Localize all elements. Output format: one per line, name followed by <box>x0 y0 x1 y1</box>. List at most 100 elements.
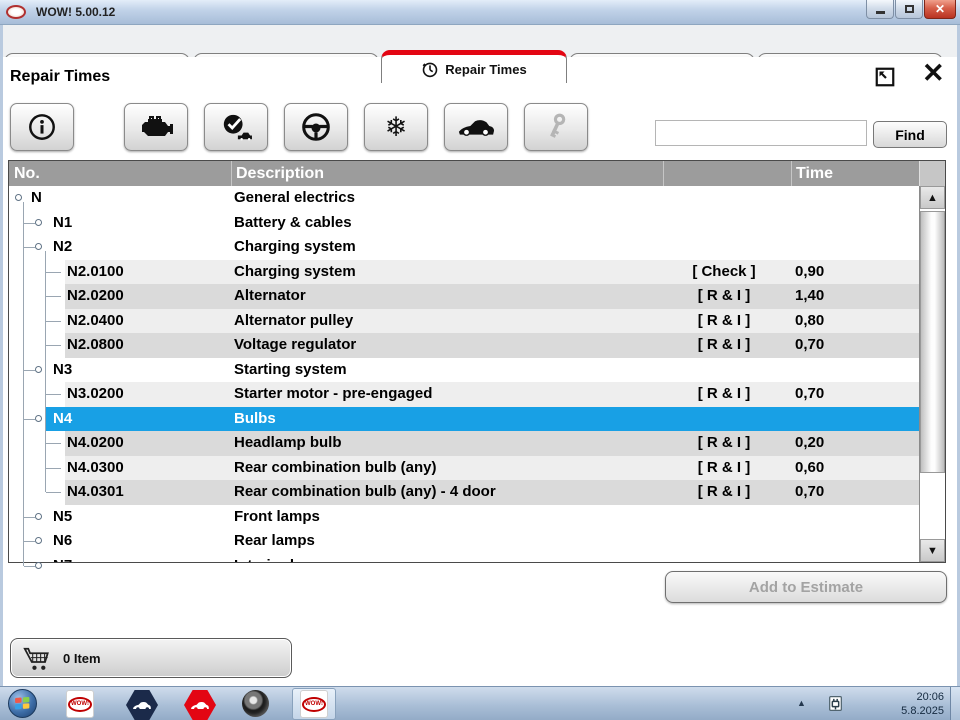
body-button[interactable] <box>444 103 508 151</box>
tree-expand-handle[interactable] <box>35 243 42 250</box>
table-row[interactable]: N1 Battery & cables <box>9 211 920 236</box>
tree-expand-handle[interactable] <box>35 513 42 520</box>
info-button[interactable] <box>10 103 74 151</box>
tray-clock[interactable]: 20:06 5.8.2025 <box>860 690 944 718</box>
tray-expand-icon[interactable]: ▲ <box>797 698 806 708</box>
clock-icon <box>421 60 439 78</box>
service-check-button[interactable] <box>204 103 268 151</box>
taskbar-wow-active-icon[interactable]: WOW! <box>292 688 336 720</box>
scroll-up-icon: ▲ <box>927 192 938 204</box>
climate-button[interactable]: ❄ <box>364 103 428 151</box>
row-no: N7 <box>53 554 72 563</box>
row-action <box>659 358 789 383</box>
scroll-up-button[interactable]: ▲ <box>920 186 945 209</box>
app-logo-icon <box>6 5 26 19</box>
row-description: General electrics <box>234 186 355 211</box>
car-body-icon <box>457 117 495 137</box>
row-action: [ R & I ] <box>659 309 789 334</box>
clock-date: 5.8.2025 <box>860 704 944 718</box>
add-to-estimate-button[interactable]: Add to Estimate <box>665 571 947 603</box>
table-row[interactable]: N7Interior lamps <box>9 554 920 563</box>
search-input[interactable] <box>655 120 867 146</box>
row-no: N5 <box>53 505 72 530</box>
repair-times-table: No. Description Time NGeneral electricsN… <box>8 160 946 563</box>
row-no: N4.0300 <box>67 456 124 481</box>
row-action <box>659 505 789 530</box>
tab-label: Repair Times <box>445 62 526 77</box>
close-icon: ✕ <box>935 2 945 16</box>
tree-expand-handle[interactable] <box>35 562 42 569</box>
row-no: N4.0200 <box>67 431 124 456</box>
engine-icon <box>138 113 174 141</box>
row-time: 0,60 <box>795 456 824 481</box>
service-check-icon <box>219 112 253 142</box>
tree-expand-handle[interactable] <box>35 366 42 373</box>
tree-expand-handle[interactable] <box>15 194 22 201</box>
table-row[interactable]: N6Rear lamps <box>9 529 920 554</box>
find-button[interactable]: Find <box>873 121 947 148</box>
tree-line <box>24 566 35 567</box>
row-action <box>659 529 789 554</box>
row-stripe <box>65 456 920 481</box>
row-action <box>659 407 789 432</box>
scroll-down-button[interactable]: ▼ <box>920 539 945 562</box>
table-row[interactable]: N4.0301 Rear combination bulb (any) - 4 d… <box>9 480 920 505</box>
steering-button[interactable] <box>284 103 348 151</box>
taskbar-wow-icon[interactable]: WOW! <box>66 690 94 718</box>
table-body: NGeneral electricsN1 Battery & cables N2 Ch… <box>9 186 920 562</box>
table-row[interactable]: N5Front lamps <box>9 505 920 530</box>
row-description: Starting system <box>234 358 347 383</box>
tray-plug-icon[interactable] <box>826 694 845 718</box>
taskbar-car-blue-icon[interactable] <box>126 690 158 720</box>
table-row[interactable]: N4Bulbs <box>9 407 920 432</box>
tree-expand-handle[interactable] <box>35 219 42 226</box>
row-time: 0,70 <box>795 480 824 505</box>
minimize-button[interactable] <box>866 0 894 19</box>
scrollbar-thumb[interactable] <box>920 211 945 473</box>
panel-close-button[interactable]: ✕ <box>922 58 945 88</box>
column-header-no: No. <box>9 161 231 186</box>
row-no: N2.0400 <box>67 309 124 334</box>
vertical-scrollbar[interactable]: ▲ ▼ <box>919 186 945 562</box>
table-row[interactable]: N2 Charging system <box>9 235 920 260</box>
snowflake-icon: ❄ <box>385 114 408 141</box>
row-no: N4.0301 <box>67 480 124 505</box>
row-time: 0,70 <box>795 333 824 358</box>
row-description: Headlamp bulb <box>234 431 342 456</box>
row-description: Starter motor - pre-engaged <box>234 382 432 407</box>
taskbar-disc-icon[interactable] <box>242 690 269 717</box>
maximize-button[interactable] <box>895 0 923 19</box>
start-button[interactable] <box>8 689 37 718</box>
table-row[interactable]: N3Starting system <box>9 358 920 383</box>
table-row[interactable]: N4.0300Rear combination bulb (any)[ R & … <box>9 456 920 481</box>
table-row[interactable]: N4.0200Headlamp bulb[ R & I ]0,20 <box>9 431 920 456</box>
row-no: N2 <box>53 235 72 260</box>
steering-wheel-icon <box>300 111 332 143</box>
show-desktop-button[interactable] <box>950 687 960 720</box>
table-row[interactable]: N3.0200Starter motor - pre-engaged[ R & … <box>9 382 920 407</box>
engine-filter-button[interactable] <box>124 103 188 151</box>
row-description: Rear combination bulb (any) - 4 door <box>234 480 496 505</box>
table-row[interactable]: N2.0100Charging system[ Check ]0,90 <box>9 260 920 285</box>
row-description: Battery & cables <box>234 211 352 236</box>
row-stripe <box>65 260 920 285</box>
table-row[interactable]: N2.0200Alternator[ R & I ]1,40 <box>9 284 920 309</box>
dock-window-button[interactable] <box>874 66 896 88</box>
row-action: [ R & I ] <box>659 431 789 456</box>
tab-repair-times[interactable]: Repair Times <box>381 50 567 83</box>
row-description: Charging system <box>234 235 356 260</box>
cart-button[interactable]: 0 Item <box>10 638 292 678</box>
table-row[interactable]: N2.0400Alternator pulley[ R & I ]0,80 <box>9 309 920 334</box>
tree-expand-handle[interactable] <box>35 415 42 422</box>
table-row[interactable]: N2.0800Voltage regulator[ R & I ]0,70 <box>9 333 920 358</box>
table-row[interactable]: NGeneral electrics <box>9 186 920 211</box>
row-time: 1,40 <box>795 284 824 309</box>
close-button[interactable]: ✕ <box>924 0 956 19</box>
taskbar-car-red-icon[interactable] <box>184 690 216 720</box>
row-no: N1 <box>53 211 72 236</box>
row-action: [ R & I ] <box>659 480 789 505</box>
key-button[interactable] <box>524 103 588 151</box>
tree-expand-handle[interactable] <box>35 537 42 544</box>
page-title: Repair Times <box>10 68 110 86</box>
window-title: WOW! 5.00.12 <box>36 5 115 19</box>
